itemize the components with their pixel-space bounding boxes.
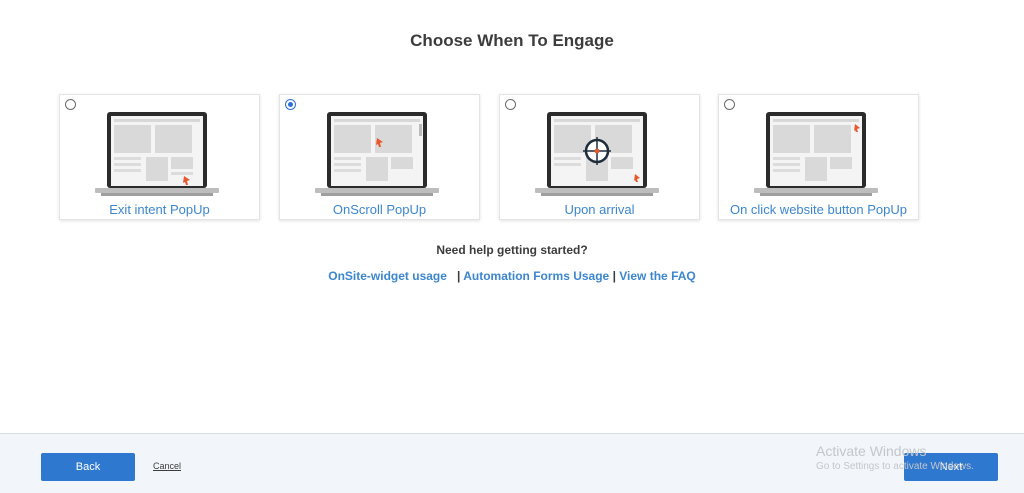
option-label: Exit intent PopUp [109,202,210,217]
watermark-subtitle: Go to Settings to activate Windows. [816,461,974,472]
link-separator: | [456,269,461,283]
option-label: OnScroll PopUp [332,202,427,217]
option-card-upon-arrival[interactable]: Upon arrival [499,94,700,220]
radio-on-click[interactable] [724,99,735,110]
cancel-link[interactable]: Cancel [153,461,181,471]
help-title: Need help getting started? [436,243,588,257]
option-card-on-click[interactable]: On click website button PopUp [718,94,919,220]
option-label: Upon arrival [564,202,635,217]
link-view-faq[interactable]: View the FAQ [619,269,695,283]
link-separator: | [612,269,616,283]
page-title: Choose When To Engage [410,31,614,50]
laptop-click-cursor-icon [754,112,878,196]
link-onsite-widget-usage[interactable]: OnSite-widget usage [328,269,447,283]
radio-exit-intent[interactable] [65,99,76,110]
option-label: On click website button PopUp [729,202,908,217]
laptop-target-icon [535,112,659,196]
footer-bar: Back Cancel Next Activate Windows Go to … [0,433,1024,493]
watermark-title: Activate Windows [816,443,927,459]
windows-activation-watermark: Activate Windows Go to Settings to activ… [816,443,974,472]
page: Choose When To Engage Exit intent PopUp [0,0,1024,493]
radio-upon-arrival[interactable] [505,99,516,110]
option-card-exit-intent[interactable]: Exit intent PopUp [59,94,260,220]
laptop-scroll-cursor-icon [315,112,439,196]
back-button[interactable]: Back [41,453,135,481]
option-card-onscroll[interactable]: OnScroll PopUp [279,94,480,220]
radio-onscroll[interactable] [285,99,296,110]
help-links: OnSite-widget usage | Automation Forms U… [0,269,1024,283]
link-automation-forms-usage[interactable]: Automation Forms Usage [463,269,609,283]
laptop-exit-cursor-icon [95,112,219,196]
